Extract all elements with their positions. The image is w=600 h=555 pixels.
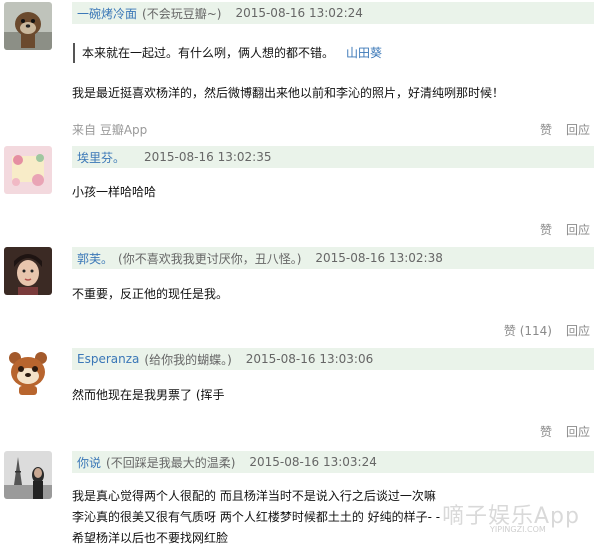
- comment-header: 郭芙。 (你不喜欢我我更讨厌你，丑八怪。) 2015-08-16 13:02:3…: [72, 247, 594, 269]
- timestamp: 2015-08-16 13:02:24: [235, 6, 363, 20]
- quote-text: 本来就在一起过。有什么咧，俩人想的都不错。: [82, 46, 335, 60]
- comment-item: Esperanza (给你我的蝴蝶。) 2015-08-16 13:03:06 …: [0, 348, 600, 443]
- reply-button[interactable]: 回应: [566, 221, 590, 238]
- username-link[interactable]: 郭芙。: [77, 250, 113, 267]
- watermark-subtext: YIPINGZI.COM: [490, 525, 546, 534]
- avatar[interactable]: [4, 2, 52, 50]
- timestamp: 2015-08-16 13:02:35: [144, 150, 272, 164]
- username-link[interactable]: Esperanza: [77, 352, 139, 366]
- quoted-comment: 本来就在一起过。有什么咧，俩人想的都不错。 山田葵: [73, 43, 592, 63]
- comment-item: 埃里芬。 2015-08-16 13:02:35 小孩一样哈哈哈 赞 回应: [0, 146, 600, 241]
- user-signature: (给你我的蝴蝶。): [144, 352, 232, 367]
- user-signature: (不会玩豆瓣~): [142, 6, 222, 21]
- reply-button[interactable]: 回应: [566, 423, 590, 440]
- user-signature: (不回踩是我最大的温柔): [106, 455, 236, 470]
- like-button[interactable]: 赞: [540, 423, 552, 440]
- source-label: 来自 豆瓣App: [72, 123, 148, 137]
- comment-line: 不重要，反正他的现任是我。: [72, 287, 229, 301]
- like-button[interactable]: 赞 (114): [504, 322, 552, 339]
- comment-actions: 赞 回应: [540, 221, 590, 238]
- username-link[interactable]: 一碗烤冷面: [77, 5, 137, 22]
- comment-actions: 赞 回应: [540, 121, 590, 138]
- avatar[interactable]: [4, 451, 52, 499]
- comment-header: 一碗烤冷面 (不会玩豆瓣~) 2015-08-16 13:02:24: [72, 2, 594, 24]
- comment-text: 不重要，反正他的现任是我。: [72, 284, 592, 305]
- reply-button[interactable]: 回应: [566, 121, 590, 138]
- comment-header: 你说 (不回踩是我最大的温柔) 2015-08-16 13:03:24: [72, 451, 594, 473]
- timestamp: 2015-08-16 13:03:06: [245, 352, 374, 366]
- avatar[interactable]: [4, 348, 52, 396]
- comment-text: 我是最近挺喜欢杨洋的，然后微博翻出来他以前和李沁的照片，好清纯咧那时候！: [72, 83, 592, 104]
- timestamp: 2015-08-16 13:02:38: [315, 251, 443, 265]
- reply-button[interactable]: 回应: [566, 322, 590, 339]
- user-signature: (你不喜欢我我更讨厌你，丑八怪。): [118, 251, 302, 266]
- comment-text: 小孩一样哈哈哈: [72, 182, 592, 203]
- username-link[interactable]: 你说: [77, 454, 101, 471]
- quote-author-link[interactable]: 山田葵: [346, 46, 382, 60]
- username-link[interactable]: 埃里芬。: [77, 149, 125, 166]
- comment-line: 然而他现在是我男票了 (挥手: [72, 388, 225, 402]
- comment-actions: 赞 (114) 回应: [504, 322, 590, 339]
- comment-actions: 赞 回应: [540, 423, 590, 440]
- like-button[interactable]: 赞: [540, 121, 552, 138]
- comment-line: 小孩一样哈哈哈: [72, 185, 157, 199]
- avatar[interactable]: [4, 146, 52, 194]
- comment-line: 我是最近挺喜欢杨洋的，然后微博翻出来他以前和李沁的照片，好清纯咧那时候！: [72, 86, 505, 100]
- comment-item: 郭芙。 (你不喜欢我我更讨厌你，丑八怪。) 2015-08-16 13:02:3…: [0, 247, 600, 342]
- comment-header: Esperanza (给你我的蝴蝶。) 2015-08-16 13:03:06: [72, 348, 594, 370]
- avatar[interactable]: [4, 247, 52, 295]
- comment-header: 埃里芬。 2015-08-16 13:02:35: [72, 146, 594, 168]
- timestamp: 2015-08-16 13:03:24: [249, 455, 377, 469]
- comment-text: 然而他现在是我男票了 (挥手: [72, 385, 592, 406]
- like-button[interactable]: 赞: [540, 221, 552, 238]
- watermark-logo: 嘀子娱乐App YIPINGZI.COM: [442, 498, 592, 538]
- comment-item: 一碗烤冷面 (不会玩豆瓣~) 2015-08-16 13:02:24 本来就在一…: [0, 2, 600, 137]
